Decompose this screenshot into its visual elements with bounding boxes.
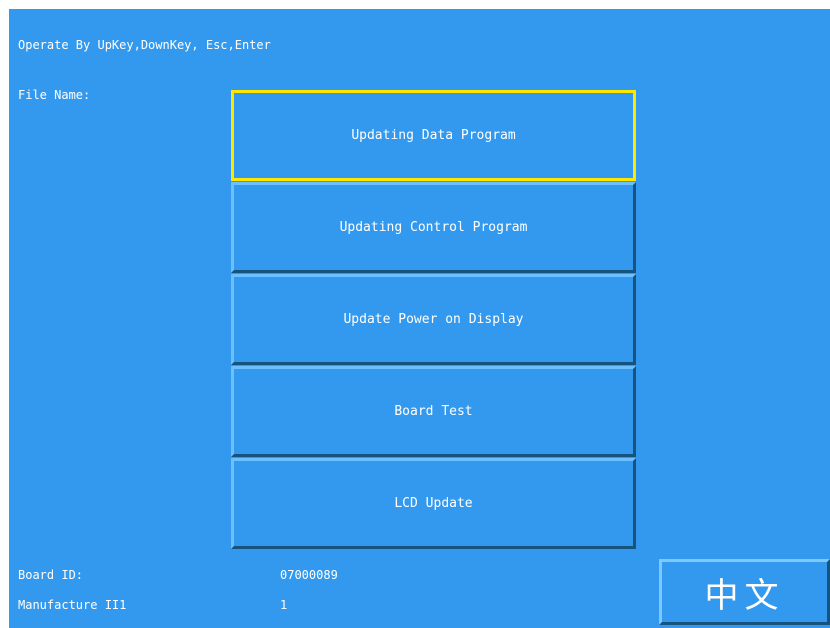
menu-item-label: Board Test (394, 404, 473, 419)
manufacture-label: Manufacture II1 (18, 598, 127, 612)
instructions-text: Operate By UpKey,DownKey, Esc,Enter (18, 38, 271, 52)
menu-item-label: Updating Data Program (351, 128, 516, 143)
menu-item-label: LCD Update (394, 496, 473, 511)
file-name-label: File Name: (18, 88, 91, 102)
lcd-update-button[interactable]: LCD Update (231, 458, 636, 549)
board-id-label: Board ID: (18, 568, 84, 582)
board-id-value: 07000089 (280, 568, 338, 582)
update-power-on-display-button[interactable]: Update Power on Display (231, 274, 636, 365)
menu-item-label: Updating Control Program (339, 220, 528, 235)
language-toggle-button[interactable]: 中文 (659, 559, 830, 625)
board-test-button[interactable]: Board Test (231, 366, 636, 457)
manufacture-value: 1 (280, 598, 288, 612)
updating-data-program-button[interactable]: Updating Data Program (231, 90, 636, 181)
update-menu-screen: Operate By UpKey,DownKey, Esc,Enter File… (9, 9, 830, 628)
menu-item-label: Update Power on Display (343, 312, 524, 327)
updating-control-program-button[interactable]: Updating Control Program (231, 182, 636, 273)
